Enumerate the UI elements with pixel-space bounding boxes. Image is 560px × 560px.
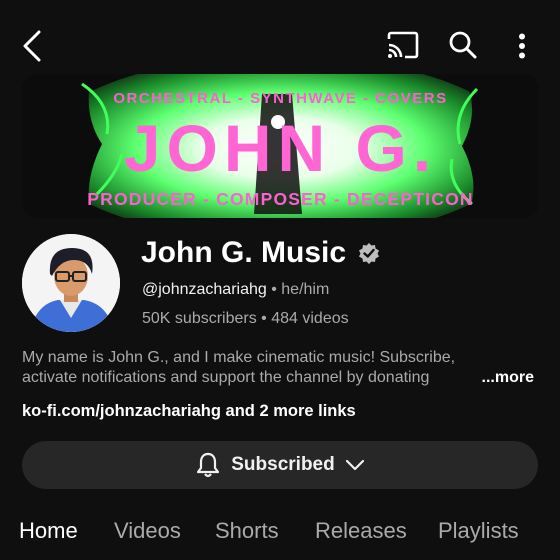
- tab-playlists[interactable]: Playlists: [438, 518, 519, 544]
- channel-name-text: John G. Music: [141, 236, 347, 269]
- tab-releases[interactable]: Releases: [315, 518, 407, 544]
- cast-icon: [387, 31, 419, 59]
- subscribed-button[interactable]: Subscribed: [22, 441, 538, 489]
- channel-tabs: Home Videos Shorts Releases Playlists: [0, 516, 560, 560]
- bell-icon: [197, 452, 220, 478]
- description-line-1: My name is John G., and I make cinematic…: [22, 349, 456, 366]
- top-bar: [0, 0, 560, 80]
- avatar-illustration: [22, 234, 120, 332]
- channel-banner: ORCHESTRAL - SYNTHWAVE - COVERS JOHN G. …: [22, 74, 539, 218]
- channel-pronouns: he/him: [281, 281, 330, 298]
- description-more-link[interactable]: ...more: [482, 368, 534, 388]
- separator-dot: •: [271, 281, 282, 298]
- description-line-2: activate notifications and support the c…: [22, 369, 430, 386]
- channel-name: John G. Music: [141, 236, 380, 270]
- more-vertical-icon: [519, 33, 525, 59]
- channel-links[interactable]: ko-fi.com/johnzachariahg and 2 more link…: [22, 402, 356, 421]
- channel-stats-row: 50K subscribers • 484 videos: [142, 310, 349, 328]
- channel-handle: @johnzachariahg: [142, 281, 267, 298]
- tab-videos[interactable]: Videos: [114, 518, 181, 544]
- video-count: 484 videos: [271, 310, 349, 327]
- subscriber-count: 50K subscribers: [142, 310, 257, 327]
- banner-bottom-text: PRODUCER - COMPOSER - DECEPTICON: [87, 189, 474, 209]
- separator-dot: •: [261, 310, 272, 327]
- channel-handle-row: @johnzachariahg • he/him: [142, 281, 329, 299]
- back-button[interactable]: [14, 26, 50, 66]
- tab-shorts[interactable]: Shorts: [215, 518, 279, 544]
- chevron-down-icon: [345, 459, 364, 471]
- channel-avatar[interactable]: [22, 234, 120, 332]
- channel-description[interactable]: My name is John G., and I make cinematic…: [22, 348, 542, 388]
- banner-top-text: ORCHESTRAL - SYNTHWAVE - COVERS: [113, 90, 448, 107]
- back-arrow-icon: [23, 30, 41, 62]
- cast-button[interactable]: [384, 28, 422, 62]
- verified-badge-icon: [359, 243, 380, 264]
- tab-home[interactable]: Home: [19, 518, 78, 544]
- subscribed-label: Subscribed: [231, 454, 335, 475]
- search-button[interactable]: [444, 26, 482, 64]
- banner-main-text: JOHN G.: [123, 111, 438, 185]
- more-options-button[interactable]: [506, 26, 538, 66]
- search-icon: [449, 31, 477, 59]
